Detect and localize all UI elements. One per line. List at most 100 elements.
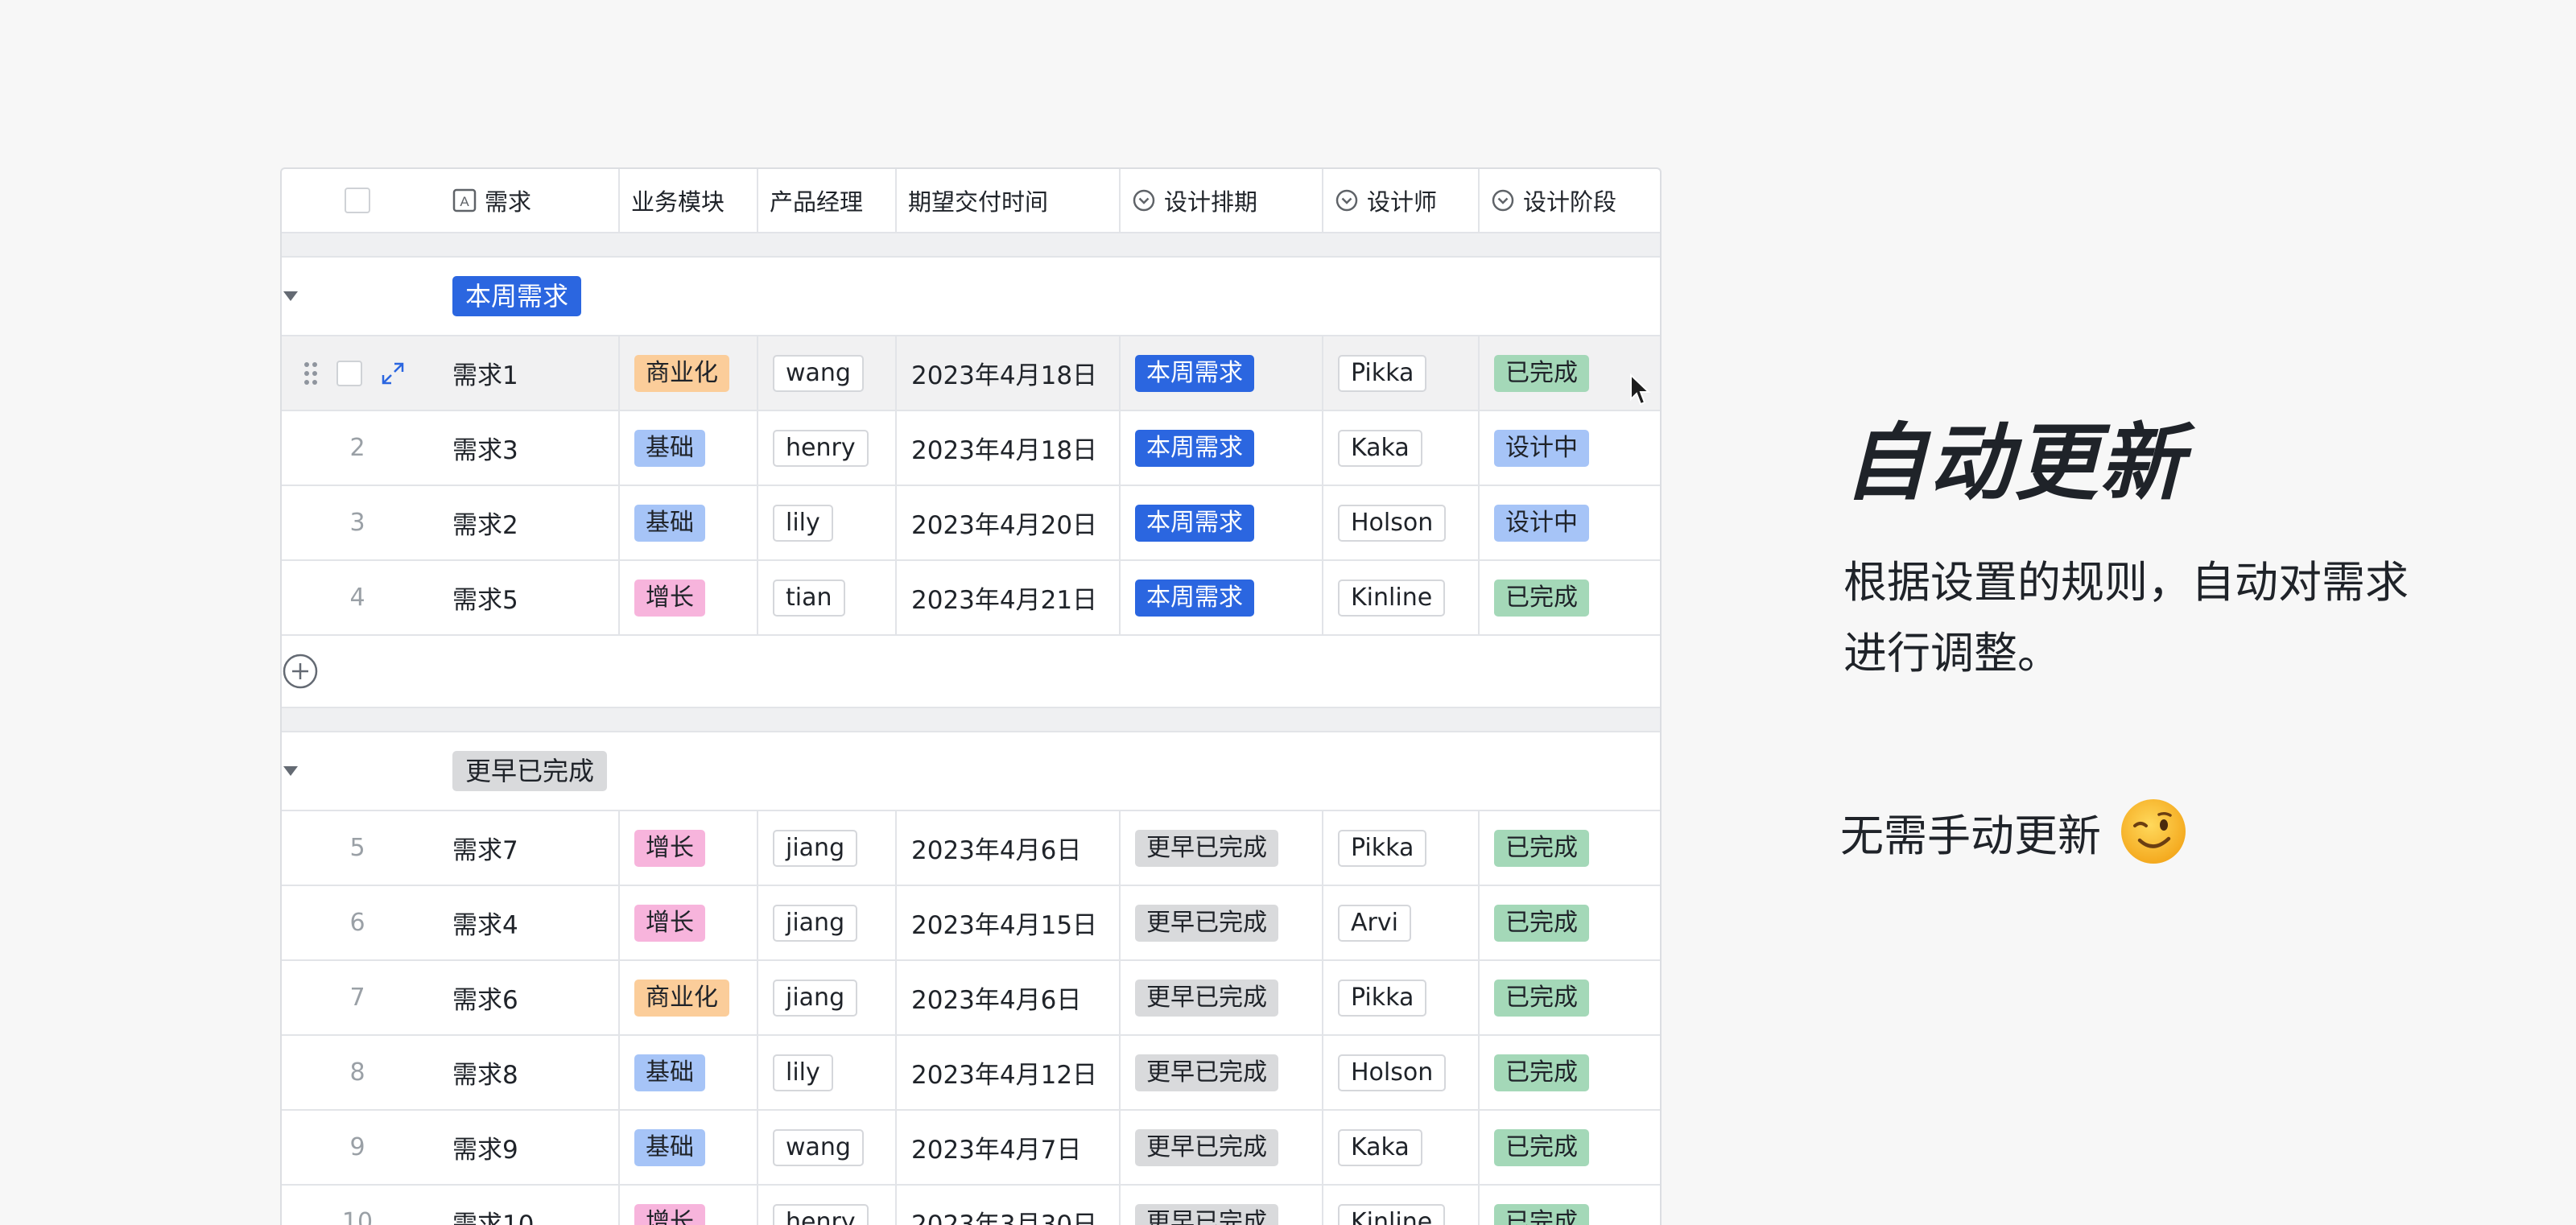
- table-row[interactable]: 7 需求6 商业化 jiang 2023年4月6日 更早已完成 Pikka 已完…: [282, 961, 1660, 1036]
- cell-pm[interactable]: jiang: [758, 961, 897, 1034]
- cell-designer[interactable]: Arvi: [1323, 886, 1480, 959]
- add-row[interactable]: [282, 636, 1660, 708]
- column-header-pm[interactable]: 产品经理: [758, 169, 897, 232]
- select-all-checkbox[interactable]: [345, 188, 370, 213]
- cell-module[interactable]: 基础: [620, 1036, 758, 1109]
- cell-designer[interactable]: Kinline: [1323, 561, 1480, 634]
- cell-pm[interactable]: wang: [758, 1111, 897, 1184]
- cell-date[interactable]: 2023年4月18日: [897, 411, 1121, 485]
- triangle-down-icon[interactable]: [282, 290, 299, 303]
- cell-designer[interactable]: Holson: [1323, 486, 1480, 559]
- cell-stage[interactable]: 已完成: [1480, 1036, 1660, 1109]
- group-toggle[interactable]: [282, 732, 433, 810]
- cell-name[interactable]: 需求3: [433, 411, 620, 485]
- cell-designer[interactable]: Holson: [1323, 1036, 1480, 1109]
- add-row-button[interactable]: [282, 636, 433, 707]
- cell-pm[interactable]: lily: [758, 1036, 897, 1109]
- cell-stage[interactable]: 设计中: [1480, 486, 1660, 559]
- cell-stage[interactable]: 设计中: [1480, 411, 1660, 485]
- cell-schedule[interactable]: 本周需求: [1121, 486, 1323, 559]
- cell-pm[interactable]: henry: [758, 411, 897, 485]
- drag-handle-icon[interactable]: [303, 361, 319, 386]
- cell-stage[interactable]: 已完成: [1480, 561, 1660, 634]
- plus-circle-icon[interactable]: [282, 653, 319, 690]
- triangle-down-icon[interactable]: [282, 765, 299, 777]
- row-index-cell: 5: [282, 811, 433, 885]
- table-row[interactable]: 2 需求3 基础 henry 2023年4月18日 本周需求 Kaka 设计中: [282, 411, 1660, 486]
- cell-date[interactable]: 2023年4月21日: [897, 561, 1121, 634]
- cell-date[interactable]: 2023年4月12日: [897, 1036, 1121, 1109]
- cell-designer[interactable]: Pikka: [1323, 961, 1480, 1034]
- cell-name[interactable]: 需求7: [433, 811, 620, 885]
- table-row[interactable]: 6 需求4 增长 jiang 2023年4月15日 更早已完成 Arvi 已完成: [282, 886, 1660, 961]
- cell-name[interactable]: 需求4: [433, 886, 620, 959]
- cell-stage[interactable]: 已完成: [1480, 1111, 1660, 1184]
- cell-module[interactable]: 增长: [620, 811, 758, 885]
- cell-schedule[interactable]: 本周需求: [1121, 336, 1323, 410]
- cell-schedule[interactable]: 更早已完成: [1121, 961, 1323, 1034]
- cell-designer[interactable]: Pikka: [1323, 336, 1480, 410]
- cell-schedule[interactable]: 更早已完成: [1121, 886, 1323, 959]
- cell-date[interactable]: 2023年4月15日: [897, 886, 1121, 959]
- table-row[interactable]: 4 需求5 增长 tian 2023年4月21日 本周需求 Kinline 已完…: [282, 561, 1660, 636]
- column-header-date[interactable]: 期望交付时间: [897, 169, 1121, 232]
- cell-module[interactable]: 增长: [620, 886, 758, 959]
- column-header-schedule[interactable]: 设计排期: [1121, 169, 1323, 232]
- cell-schedule[interactable]: 更早已完成: [1121, 1036, 1323, 1109]
- group-toggle[interactable]: [282, 258, 433, 335]
- cell-name[interactable]: 需求9: [433, 1111, 620, 1184]
- table-row[interactable]: 10 需求10 增长 henry 2023年3月30日 更早已完成 Kinlin…: [282, 1186, 1660, 1225]
- table-row[interactable]: 需求1 商业化 wang 2023年4月18日 本周需求 Pikka 已完成: [282, 336, 1660, 411]
- table-row[interactable]: 8 需求8 基础 lily 2023年4月12日 更早已完成 Holson 已完…: [282, 1036, 1660, 1111]
- cell-date[interactable]: 2023年4月7日: [897, 1111, 1121, 1184]
- cell-name[interactable]: 需求10: [433, 1186, 620, 1225]
- cell-name[interactable]: 需求5: [433, 561, 620, 634]
- cell-stage[interactable]: 已完成: [1480, 886, 1660, 959]
- expand-icon[interactable]: [380, 361, 406, 386]
- table-row[interactable]: 3 需求2 基础 lily 2023年4月20日 本周需求 Holson 设计中: [282, 486, 1660, 561]
- cell-pm[interactable]: wang: [758, 336, 897, 410]
- header-select-all[interactable]: [282, 169, 433, 232]
- cell-schedule[interactable]: 本周需求: [1121, 561, 1323, 634]
- column-header-module[interactable]: 业务模块: [620, 169, 758, 232]
- table-row[interactable]: 9 需求9 基础 wang 2023年4月7日 更早已完成 Kaka 已完成: [282, 1111, 1660, 1186]
- cell-name[interactable]: 需求2: [433, 486, 620, 559]
- cell-pm[interactable]: lily: [758, 486, 897, 559]
- cell-designer[interactable]: Pikka: [1323, 811, 1480, 885]
- column-header-stage[interactable]: 设计阶段: [1480, 169, 1660, 232]
- cell-module[interactable]: 基础: [620, 411, 758, 485]
- cell-schedule[interactable]: 更早已完成: [1121, 1111, 1323, 1184]
- cell-designer[interactable]: Kaka: [1323, 1111, 1480, 1184]
- cell-name[interactable]: 需求1: [433, 336, 620, 410]
- cell-name[interactable]: 需求6: [433, 961, 620, 1034]
- cell-module[interactable]: 商业化: [620, 336, 758, 410]
- cell-stage[interactable]: 已完成: [1480, 961, 1660, 1034]
- cell-schedule[interactable]: 更早已完成: [1121, 1186, 1323, 1225]
- row-checkbox[interactable]: [336, 361, 362, 386]
- cell-stage[interactable]: 已完成: [1480, 811, 1660, 885]
- cell-name[interactable]: 需求8: [433, 1036, 620, 1109]
- table-row[interactable]: 5 需求7 增长 jiang 2023年4月6日 更早已完成 Pikka 已完成: [282, 811, 1660, 886]
- cell-date[interactable]: 2023年4月6日: [897, 961, 1121, 1034]
- cell-date[interactable]: 2023年4月20日: [897, 486, 1121, 559]
- cell-pm[interactable]: jiang: [758, 886, 897, 959]
- cell-module[interactable]: 增长: [620, 1186, 758, 1225]
- cell-module[interactable]: 商业化: [620, 961, 758, 1034]
- column-header-name[interactable]: A 需求: [433, 169, 620, 232]
- column-header-designer[interactable]: 设计师: [1323, 169, 1480, 232]
- cell-date[interactable]: 2023年4月6日: [897, 811, 1121, 885]
- cell-date[interactable]: 2023年3月30日: [897, 1186, 1121, 1225]
- cell-module[interactable]: 基础: [620, 1111, 758, 1184]
- cell-designer[interactable]: Kinline: [1323, 1186, 1480, 1225]
- cell-pm[interactable]: jiang: [758, 811, 897, 885]
- row-index-cell: 7: [282, 961, 433, 1034]
- cell-pm[interactable]: henry: [758, 1186, 897, 1225]
- cell-module[interactable]: 增长: [620, 561, 758, 634]
- cell-pm[interactable]: tian: [758, 561, 897, 634]
- cell-designer[interactable]: Kaka: [1323, 411, 1480, 485]
- cell-schedule[interactable]: 本周需求: [1121, 411, 1323, 485]
- cell-schedule[interactable]: 更早已完成: [1121, 811, 1323, 885]
- cell-date[interactable]: 2023年4月18日: [897, 336, 1121, 410]
- cell-stage[interactable]: 已完成: [1480, 1186, 1660, 1225]
- cell-module[interactable]: 基础: [620, 486, 758, 559]
